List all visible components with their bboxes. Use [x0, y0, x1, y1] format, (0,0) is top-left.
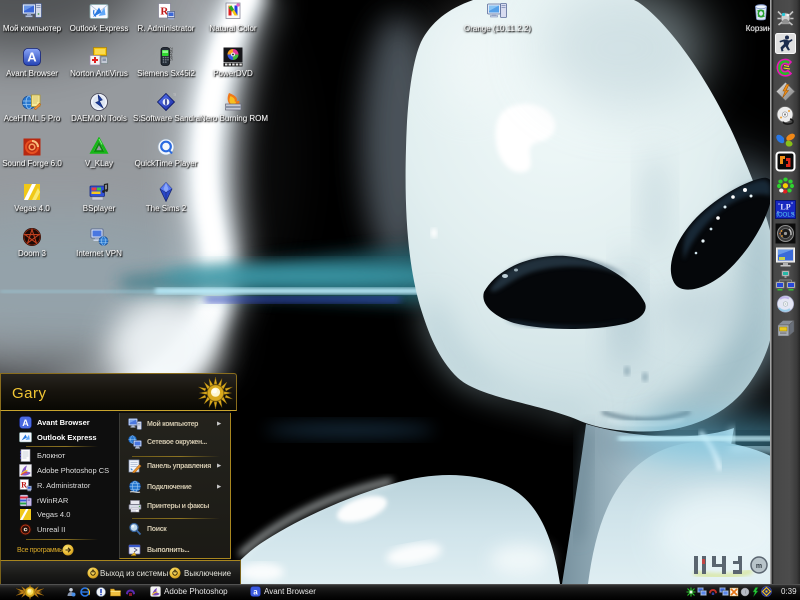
- svg-text:m: m: [756, 563, 762, 570]
- svg-text:A: A: [27, 50, 37, 65]
- svg-text:R: R: [21, 480, 27, 489]
- svg-text:LP: LP: [780, 203, 790, 212]
- svg-text:tOOLS: tOOLS: [776, 213, 794, 219]
- svg-text:TM: TM: [173, 93, 176, 97]
- svg-text:a: a: [253, 588, 258, 597]
- svg-text:A: A: [22, 418, 29, 428]
- svg-text:Sx45i2: Sx45i2: [169, 47, 174, 61]
